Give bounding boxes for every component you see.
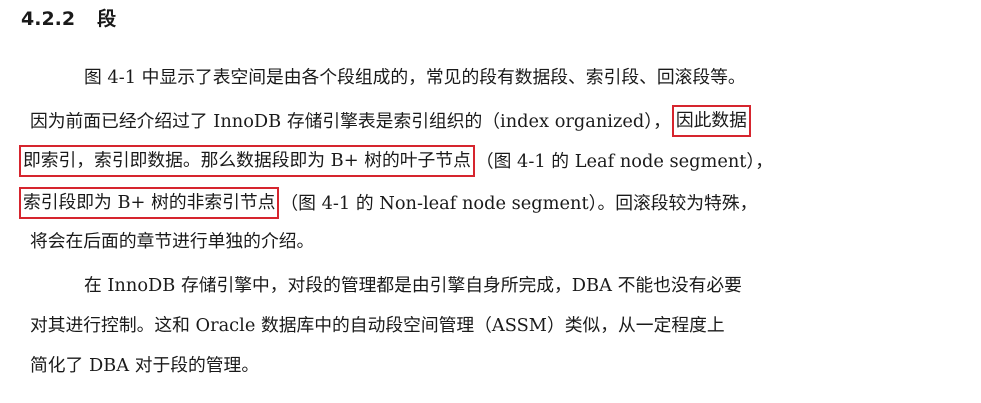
text-segment: 图 4-1 中显示了表空间是由各个段组成的，常见的段有数据段、索引段、回滚段等。 — [84, 67, 746, 88]
text-segment: （图 4-1 的 Leaf node segment）， — [475, 151, 774, 172]
highlight-box-2: 索引段即为 B+ 树的非索引节点 — [19, 187, 280, 219]
highlight-box-1b: 即索引，索引即数据。那么数据段即为 B+ 树的叶子节点 — [19, 145, 475, 177]
text-segment: （图 4-1 的 Non-leaf node segment）。回滚段较为特殊， — [280, 193, 758, 214]
text-segment: 因为前面已经介绍过了 InnoDB 存储引擎表是索引组织的（index orga… — [30, 111, 671, 132]
section-number: 4.2.2 — [21, 8, 76, 30]
document-page: 4.2.2 段 图 4-1 中显示了表空间是由各个段组成的，常见的段有数据段、索引… — [0, 0, 981, 403]
paragraph-1-line-1: 图 4-1 中显示了表空间是由各个段组成的，常见的段有数据段、索引段、回滚段等。 — [0, 60, 981, 96]
paragraph-1-line-4: 索引段即为 B+ 树的非索引节点 （图 4-1 的 Non-leaf node s… — [0, 186, 981, 222]
text-segment: 在 InnoDB 存储引擎中，对段的管理都是由引擎自身所完成，DBA 不能也没有… — [84, 275, 742, 296]
paragraph-1-line-5: 将会在后面的章节进行单独的介绍。 — [0, 224, 981, 260]
text-segment: 将会在后面的章节进行单独的介绍。 — [30, 231, 315, 252]
highlight-box-1a: 因此数据 — [671, 105, 751, 137]
paragraph-1-line-3: 即索引，索引即数据。那么数据段即为 B+ 树的叶子节点 （图 4-1 的 Leaf… — [0, 144, 981, 180]
text-segment: 对其进行控制。这和 Oracle 数据库中的自动段空间管理（ASSM）类似，从一… — [30, 315, 725, 336]
paragraph-2-line-3: 简化了 DBA 对于段的管理。 — [0, 348, 981, 384]
section-heading: 4.2.2 段 — [21, 6, 116, 32]
paragraph-2-line-2: 对其进行控制。这和 Oracle 数据库中的自动段空间管理（ASSM）类似，从一… — [0, 308, 981, 344]
paragraph-2-line-1: 在 InnoDB 存储引擎中，对段的管理都是由引擎自身所完成，DBA 不能也没有… — [0, 268, 981, 304]
section-title: 段 — [97, 8, 117, 30]
paragraph-1-line-2: 因为前面已经介绍过了 InnoDB 存储引擎表是索引组织的（index orga… — [0, 104, 981, 140]
text-segment: 简化了 DBA 对于段的管理。 — [30, 355, 260, 376]
